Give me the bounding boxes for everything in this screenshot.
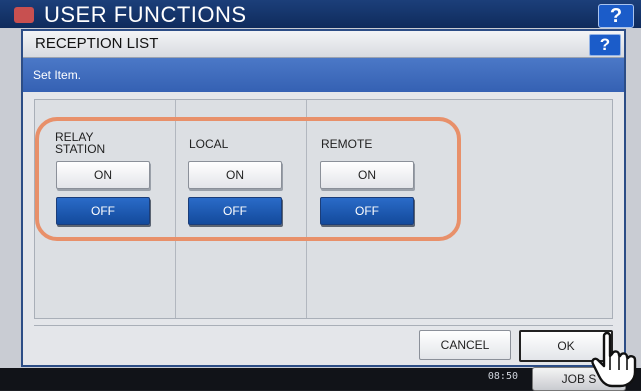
background-help-button[interactable]: ?: [598, 4, 634, 28]
instruction-text: Set Item.: [33, 68, 82, 82]
cancel-button[interactable]: CANCEL: [419, 330, 511, 360]
dialog-title: RECEPTION LIST: [35, 35, 159, 52]
highlight-outline: [35, 117, 461, 241]
instruction-bar: Set Item.: [23, 58, 624, 92]
dialog-titlebar: RECEPTION LIST ?: [23, 31, 624, 58]
hand-pointer-icon: [591, 331, 637, 388]
user-functions-icon: [14, 7, 34, 23]
background-title: USER FUNCTIONS: [44, 2, 247, 27]
reception-list-dialog: RECEPTION LIST ? Set Item. RELAY STATION…: [21, 29, 626, 367]
footer-divider: [34, 325, 613, 326]
help-button[interactable]: ?: [589, 34, 621, 56]
background-header: USER FUNCTIONS: [0, 0, 641, 28]
clock-time: 08:50: [487, 371, 518, 382]
